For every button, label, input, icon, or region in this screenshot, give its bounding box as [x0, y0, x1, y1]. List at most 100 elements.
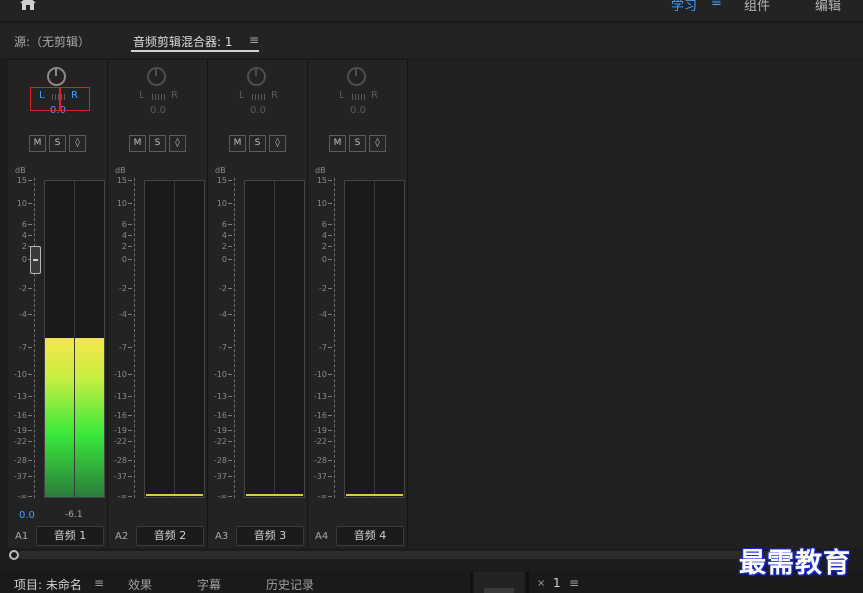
fader-track[interactable]: [134, 178, 135, 498]
tab-effects[interactable]: 效果: [128, 576, 152, 593]
meter-peak-cap: [45, 338, 74, 341]
db-tick-label: -10: [114, 371, 132, 379]
workspace-assembly[interactable]: 组件: [744, 0, 770, 14]
audio-clip-mixer: L R 0.0 M S ◊ dB 15 10 6 4 2 0 -2 -4 -7 -10 -13 -16 -19 -22-…: [8, 59, 408, 548]
bottom-middle-control[interactable]: [484, 588, 514, 593]
db-tick-label: 4: [122, 232, 132, 240]
channel-buttons: M S ◊: [329, 135, 389, 152]
db-tick-label: -4: [219, 311, 232, 319]
mute-button[interactable]: M: [29, 135, 46, 152]
db-tick-label: 4: [222, 232, 232, 240]
pan-left-label: L: [139, 90, 145, 101]
solo-button[interactable]: S: [349, 135, 366, 152]
tab-audio-clip-mixer[interactable]: 音频剪辑混合器: 1: [133, 33, 233, 50]
scrollbar-handle[interactable]: [9, 550, 19, 560]
sequence-menu-icon[interactable]: ≡: [569, 576, 579, 590]
db-unit-label: dB: [315, 166, 326, 175]
db-tick-label: -22: [214, 438, 232, 446]
db-tick-label: -16: [214, 412, 232, 420]
top-workspace-bar: 学习 ≡ 组件 编辑: [0, 0, 863, 22]
mixer-horizontal-scrollbar[interactable]: [8, 548, 863, 562]
workspace-learn[interactable]: 学习: [671, 0, 697, 14]
scrollbar-track[interactable]: [18, 551, 818, 559]
db-tick-label: -13: [214, 393, 232, 401]
db-tick-label: -∞: [17, 493, 32, 501]
project-menu-icon[interactable]: ≡: [94, 576, 104, 590]
db-tick-label: 10: [17, 200, 32, 208]
db-tick-label: 15: [317, 177, 332, 185]
mute-button[interactable]: M: [329, 135, 346, 152]
keyframe-toggle-button[interactable]: ◊: [369, 135, 386, 152]
fader-track[interactable]: [34, 178, 35, 498]
db-tick-label: -13: [114, 393, 132, 401]
channel-name-field[interactable]: 音频 3: [236, 526, 304, 546]
channel-footer: A1 音频 1: [8, 525, 108, 548]
db-tick-label: -28: [314, 457, 332, 465]
tab-source[interactable]: 源:（无剪辑）: [14, 33, 90, 50]
pan-knob-icon[interactable]: [47, 67, 66, 86]
db-tick-label: 6: [222, 221, 232, 229]
pan-knob-icon[interactable]: [147, 67, 166, 86]
db-tick-label: 2: [322, 243, 332, 251]
volume-fader-handle[interactable]: [30, 246, 41, 274]
solo-button[interactable]: S: [149, 135, 166, 152]
tab-history[interactable]: 历史记录: [266, 576, 314, 593]
db-tick-label: 6: [22, 221, 32, 229]
level-meter: [344, 180, 405, 498]
db-tick-label: -37: [314, 473, 332, 481]
db-tick-label: 10: [217, 200, 232, 208]
pan-knob-icon[interactable]: [347, 67, 366, 86]
premiere-window: 学习 ≡ 组件 编辑 源:（无剪辑） 音频剪辑混合器: 1 ≡ L R 0.0 M S ◊…: [0, 0, 863, 593]
db-tick-label: -7: [19, 344, 32, 352]
pan-value[interactable]: 0.0: [308, 105, 408, 116]
db-tick-label: -10: [314, 371, 332, 379]
meter-level-left: [45, 338, 74, 497]
fader-track[interactable]: [234, 178, 235, 498]
channel-name-field[interactable]: 音频 4: [336, 526, 404, 546]
solo-button[interactable]: S: [249, 135, 266, 152]
workspace-menu-icon[interactable]: ≡: [711, 0, 722, 10]
meter-floor: [246, 494, 303, 496]
pan-knob-icon[interactable]: [247, 67, 266, 86]
meter-divider: [174, 181, 175, 497]
tab-captions[interactable]: 字幕: [197, 576, 221, 593]
fader-track[interactable]: [334, 178, 335, 498]
tab-sequence[interactable]: 1: [553, 576, 561, 590]
db-tick-label: -∞: [317, 493, 332, 501]
pan-right-label: R: [371, 90, 378, 101]
mute-button[interactable]: M: [129, 135, 146, 152]
meter-peak-cap: [75, 338, 104, 341]
pan-value[interactable]: 0.0: [108, 105, 208, 116]
keyframe-toggle-button[interactable]: ◊: [69, 135, 86, 152]
active-tab-indicator: [131, 50, 259, 52]
db-tick-label: 0: [322, 256, 332, 264]
db-tick-label: -2: [19, 285, 32, 293]
keyframe-toggle-button[interactable]: ◊: [169, 135, 186, 152]
db-tick-label: 15: [17, 177, 32, 185]
channel-name-field[interactable]: 音频 1: [36, 526, 104, 546]
tab-project[interactable]: 项目: 未命名: [14, 576, 82, 593]
db-unit-label: dB: [115, 166, 126, 175]
watermark-logo: 最需教育: [739, 548, 851, 579]
channel-name-field[interactable]: 音频 2: [136, 526, 204, 546]
db-unit-label: dB: [15, 166, 26, 175]
close-icon[interactable]: ×: [537, 578, 545, 589]
db-tick-label: -4: [119, 311, 132, 319]
mute-button[interactable]: M: [229, 135, 246, 152]
meter-divider: [274, 181, 275, 497]
volume-readout[interactable]: 0.0: [19, 510, 35, 521]
db-tick-label: -28: [214, 457, 232, 465]
workspace-editing[interactable]: 编辑: [815, 0, 841, 14]
db-tick-label: -37: [214, 473, 232, 481]
keyframe-toggle-button[interactable]: ◊: [269, 135, 286, 152]
db-tick-label: -16: [114, 412, 132, 420]
pan-value[interactable]: 0.0: [208, 105, 308, 116]
db-tick-label: 0: [222, 256, 232, 264]
home-icon[interactable]: [18, 0, 38, 10]
db-tick-label: -∞: [217, 493, 232, 501]
panel-menu-icon[interactable]: ≡: [249, 33, 259, 47]
db-tick-label: 2: [222, 243, 232, 251]
db-tick-label: -10: [14, 371, 32, 379]
meter-divider: [374, 181, 375, 497]
solo-button[interactable]: S: [49, 135, 66, 152]
